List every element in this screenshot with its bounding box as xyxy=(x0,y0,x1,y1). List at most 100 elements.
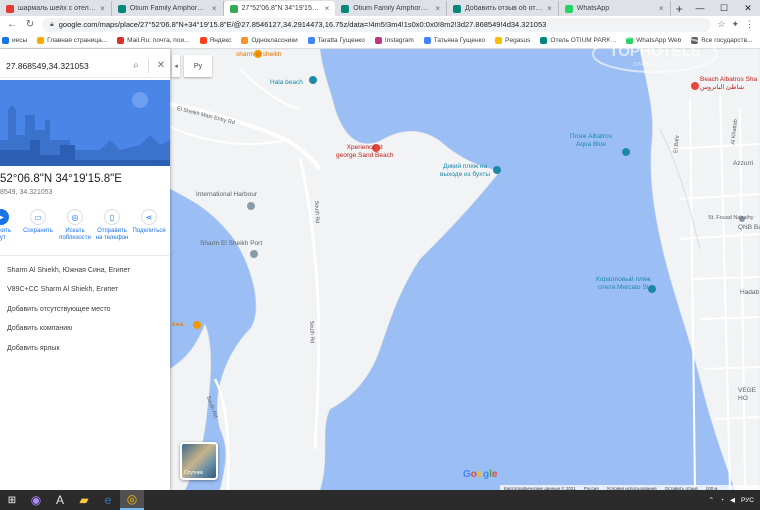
layers-button[interactable]: Ру xyxy=(184,55,212,77)
explorer-taskbar-icon[interactable]: ▰ xyxy=(72,490,96,510)
action-bookmark-button[interactable]: ▭ Сохранить xyxy=(23,209,53,249)
browser-tab[interactable]: Otium Family Amphoras Beach × xyxy=(112,1,224,16)
tab-favicon-icon xyxy=(564,4,573,13)
map-label-wild-beach[interactable]: Дикий пляж на выходе из бухты xyxy=(440,163,490,179)
info-row[interactable]: Добавить ярлык xyxy=(7,345,60,352)
search-box[interactable]: 27.868549,34.321053 ⌕ ✕ xyxy=(0,54,170,78)
tray-volume-icon[interactable]: ◀ xyxy=(730,496,735,504)
tray-network-icon[interactable]: ◔ xyxy=(720,497,724,504)
map-label-sharm-top[interactable]: sharm el sheikh xyxy=(236,51,282,59)
map-label-international-harbour[interactable]: International Harbour xyxy=(196,191,257,199)
bookmark-favicon-icon xyxy=(495,37,503,44)
search-icon[interactable]: ⌕ xyxy=(127,60,145,71)
browser-tab[interactable]: Otium Family Amphoras Beach × xyxy=(335,1,448,16)
map-label-qnb: QNB Ba xyxy=(738,224,760,231)
browser-tab[interactable]: шармаль шейх с отелем × xyxy=(0,1,112,16)
info-row[interactable]: Добавить компанию xyxy=(7,325,72,332)
tab-close-icon[interactable]: × xyxy=(659,4,664,13)
tab-strip: шармаль шейх с отелем × Otium Family Ampho… xyxy=(0,0,760,16)
satellite-label: Спутник xyxy=(184,470,203,476)
menu-icon[interactable]: ⋮ xyxy=(745,19,754,30)
start-icon[interactable]: ⊞ xyxy=(0,490,24,510)
cortana-taskbar-icon[interactable]: ◉ xyxy=(24,490,48,510)
tab-close-icon[interactable]: × xyxy=(212,4,217,13)
browser-tab[interactable]: 27°52'06.8"N 34°19'15.8"E – Goo × xyxy=(223,1,336,16)
google-logo-letter: G xyxy=(463,469,471,480)
bookmark-item[interactable]: Главная страница... xyxy=(37,37,107,44)
bookmark-favicon-icon xyxy=(540,37,548,44)
browser-tab[interactable]: WhatsApp × xyxy=(559,1,671,16)
autocad-taskbar-icon[interactable]: A xyxy=(48,490,72,510)
windows-taskbar: ⊞ ◉ A ▰ e ◎ ⌃ ◔ ◀ РУС xyxy=(0,490,760,510)
map-label-coral-beach[interactable]: Коралловый пляж отеля Mercato St xyxy=(596,276,651,292)
info-row[interactable]: Добавить отсутствующее место xyxy=(7,306,111,313)
bookmark-item[interactable]: Яндекс xyxy=(199,37,231,44)
map-label-hala-beach[interactable]: Hala beach xyxy=(270,79,303,87)
actions-divider xyxy=(0,255,170,256)
bookmark-item[interactable]: Taratta Гущенко xyxy=(307,37,365,44)
action-nearby-button[interactable]: ◎ Искать поблизости xyxy=(59,209,91,249)
tray-language[interactable]: РУС xyxy=(741,497,754,504)
extension-icon[interactable]: ✦ xyxy=(731,19,739,30)
search-input[interactable]: 27.868549,34.321053 xyxy=(6,61,127,71)
reload-icon[interactable]: ↻ xyxy=(24,19,36,30)
action-directions-button[interactable]: ➤ ложить дут xyxy=(0,209,16,249)
bookmark-label: Taratta Гущенко xyxy=(317,37,365,44)
tab-close-icon[interactable]: × xyxy=(547,4,552,13)
bookmark-item[interactable]: Instagram xyxy=(374,37,414,44)
action-label: ложить дут xyxy=(0,228,12,241)
map-label-azzurri: Azzurri xyxy=(733,160,754,167)
map-label-albatros-aqua[interactable]: Пляж Albatros Aqua Blue xyxy=(570,133,612,149)
collapse-panel-button[interactable]: ◂ xyxy=(172,55,180,77)
chrome-taskbar-icon[interactable]: ◎ xyxy=(120,490,144,510)
map-label-sharm-port[interactable]: Sharm El Sheikh Port xyxy=(200,240,262,248)
tab-favicon-icon xyxy=(117,4,126,13)
lock-icon: 🔒︎ xyxy=(50,20,54,28)
bookmark-item[interactable]: Татьяна Гущенко xyxy=(423,37,485,44)
info-row[interactable]: V89C+CC Sharm Al Shiekh, Египет xyxy=(7,286,118,293)
new-tab-button[interactable]: + xyxy=(671,2,688,16)
place-title: 52°06.8"N 34°19'15.8"E xyxy=(0,173,122,185)
info-row[interactable]: Sharm Al Shiekh, Южная Сина, Египет xyxy=(7,267,130,274)
browser-tab[interactable]: Добавить отзыв об отеле Otium× xyxy=(447,1,559,16)
satellite-layer-button[interactable]: Спутник xyxy=(180,442,218,480)
bookmark-item[interactable]: Pegasus xyxy=(495,37,530,44)
place-side-panel: 27.868549,34.321053 ⌕ ✕ 52°06.8"N 34°19'… xyxy=(0,49,170,490)
back-icon[interactable]: ← xyxy=(6,19,18,30)
maximize-button[interactable]: ☐ xyxy=(712,3,736,14)
bookmark-favicon-icon xyxy=(117,37,125,44)
tab-close-icon[interactable]: × xyxy=(100,4,105,13)
watermark-text: TOPHOTELS xyxy=(609,43,700,60)
bookmark-item[interactable]: иесы xyxy=(2,37,27,44)
tab-title: Otium Family Amphoras Beach xyxy=(129,5,208,12)
clear-icon[interactable]: ✕ xyxy=(152,60,170,71)
map-label-beach-albatros[interactable]: Beach Albatros Sha شاطئ الباتروس xyxy=(700,76,757,92)
tray-chevron-icon[interactable]: ⌃ xyxy=(709,496,714,504)
map-label-xperience[interactable]: Xperience st george Sand Beach xyxy=(336,144,393,160)
nearby-icon: ◎ xyxy=(67,209,83,225)
bookmark-item[interactable]: Mail.Ru: почта, пои... xyxy=(117,37,190,44)
road-label-fuad: St. Fouad Nabaihy xyxy=(708,215,754,221)
system-tray: ⌃ ◔ ◀ РУС xyxy=(709,496,760,505)
search-divider xyxy=(148,58,149,73)
window-controls: — ☐ ✕ xyxy=(688,0,760,16)
close-window-button[interactable]: ✕ xyxy=(736,3,760,14)
tab-title: шармаль шейх с отелем xyxy=(18,5,97,12)
action-share-button[interactable]: ⋖ Поделиться xyxy=(132,209,166,249)
tab-title: WhatsApp xyxy=(576,5,610,12)
place-hero-image[interactable] xyxy=(0,80,170,166)
bookmark-favicon-icon xyxy=(199,37,207,44)
tab-close-icon[interactable]: × xyxy=(325,4,330,13)
map-label-beach-left[interactable]: ежа xyxy=(172,321,184,329)
share-icon: ⋖ xyxy=(141,209,157,225)
place-actions: ➤ ложить дут ▭ Сохранить ◎ Искать поблизости ▯… xyxy=(0,209,170,249)
star-icon[interactable]: ☆ xyxy=(717,19,725,30)
bookmark-item[interactable]: Одноклассники xyxy=(241,37,298,44)
omnibox[interactable]: 🔒︎ google.com/maps/place/27°52'06.8"N+34… xyxy=(42,17,712,32)
action-phone-button[interactable]: ▯ Отправить на телефон xyxy=(96,209,128,249)
address-toolbar: ← ↻ 🔒︎ google.com/maps/place/27°52'06.8"… xyxy=(0,16,760,33)
edge-taskbar-icon[interactable]: e xyxy=(96,490,120,510)
tab-favicon-icon xyxy=(453,4,462,13)
minimize-button[interactable]: — xyxy=(688,3,712,13)
tab-close-icon[interactable]: × xyxy=(435,4,440,13)
